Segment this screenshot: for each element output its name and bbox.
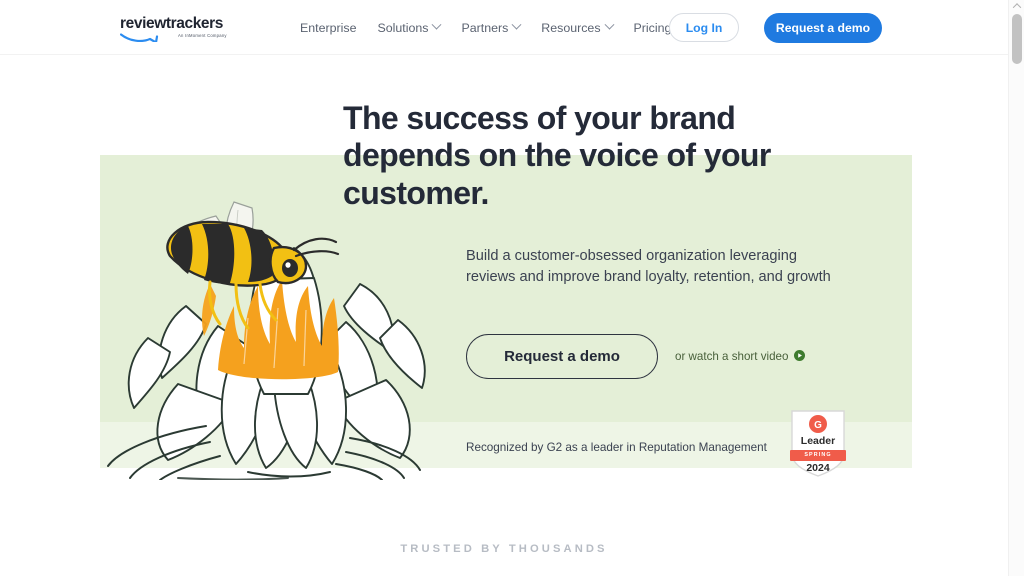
- nav-item-solutions[interactable]: Solutions: [377, 19, 442, 35]
- g2-leader-badge: G Leader SPRING 2024: [788, 408, 848, 478]
- nav-label: Pricing: [633, 20, 672, 35]
- g2-recognition-text: Recognized by G2 as a leader in Reputati…: [466, 441, 767, 454]
- nav-label: Partners: [461, 20, 509, 35]
- nav-item-enterprise[interactable]: Enterprise: [300, 21, 356, 35]
- watch-video-link[interactable]: or watch a short video: [675, 349, 806, 364]
- page-title: The success of your brand depends on the…: [343, 100, 771, 211]
- nav-label: Enterprise: [300, 20, 357, 35]
- main-nav: Enterprise Solutions Partners Resources …: [300, 0, 671, 55]
- request-demo-button-header[interactable]: Request a demo: [764, 12, 882, 43]
- nav-item-resources[interactable]: Resources: [541, 19, 614, 35]
- login-button[interactable]: Log In: [669, 13, 739, 42]
- nav-item-pricing[interactable]: Pricing: [634, 21, 672, 35]
- chevron-down-icon: [604, 19, 614, 30]
- header-actions: Log In Request a demo: [669, 0, 882, 55]
- svg-text:G: G: [814, 420, 822, 431]
- nav-item-partners[interactable]: Partners: [461, 19, 522, 35]
- request-demo-button-hero[interactable]: Request a demo: [466, 334, 658, 379]
- logo[interactable]: reviewtrackers An InMoment Company: [120, 15, 230, 42]
- vertical-scrollbar[interactable]: [1008, 0, 1024, 576]
- nav-label: Solutions: [377, 20, 429, 35]
- logo-wordmark: reviewtrackers: [120, 15, 223, 32]
- site-header: reviewtrackers An InMoment Company Enter…: [0, 0, 1008, 55]
- logo-swoosh-icon: [120, 31, 174, 42]
- chevron-down-icon: [511, 19, 522, 30]
- scroll-up-arrow-icon[interactable]: [1009, 0, 1024, 12]
- hero-copy: Build a customer-obsessed organization l…: [466, 246, 846, 288]
- logo-tagline: An InMoment Company: [178, 33, 227, 38]
- g2-leader-label: Leader: [800, 435, 836, 447]
- hero-subheading: Build a customer-obsessed organization l…: [466, 248, 831, 285]
- g2-season-ribbon: SPRING: [790, 450, 846, 461]
- play-circle-icon: [794, 349, 806, 364]
- nav-label: Resources: [541, 20, 601, 35]
- page-canvas: reviewtrackers An InMoment Company Enter…: [0, 0, 1008, 576]
- scrollbar-thumb[interactable]: [1012, 14, 1022, 64]
- bee-on-lotus-illustration: [98, 188, 448, 481]
- watch-video-label: or watch a short video: [675, 350, 789, 363]
- chevron-down-icon: [432, 19, 442, 30]
- hero-cta-row: Request a demo or watch a short video: [466, 334, 806, 379]
- g2-year-label: 2024: [806, 462, 830, 474]
- trusted-by-heading: TRUSTED BY THOUSANDS: [400, 543, 608, 555]
